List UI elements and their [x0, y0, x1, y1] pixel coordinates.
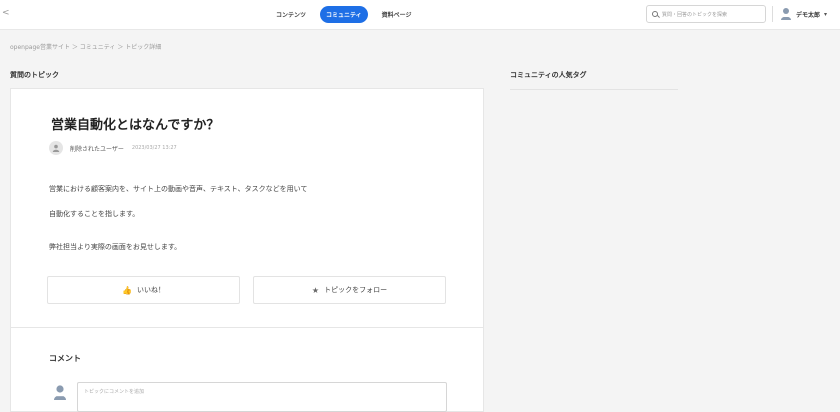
like-button[interactable]: 👍 いいね！: [47, 276, 240, 304]
avatar: [49, 141, 63, 155]
tab-contents[interactable]: コンテンツ: [270, 6, 312, 23]
follow-topic-button[interactable]: ★ トピックをフォロー: [253, 276, 446, 304]
post-date: 2023/03/27 13:27: [131, 145, 177, 151]
main-nav: コンテンツ コミュニティ 資料ページ: [270, 6, 418, 23]
thumbs-up-icon: 👍: [122, 285, 132, 295]
topic-body-line: 営業における顧客案内を、サイト上の動画や音声、テキスト、タスクなどを用いて: [49, 185, 308, 193]
author-row: 削除されたユーザー 2023/03/27 13:27: [49, 141, 177, 155]
breadcrumb: openpage営業サイト ＞ コミュニティ ＞ トピック詳細: [10, 44, 162, 51]
left-section-title: 質問のトピック: [10, 71, 59, 79]
user-avatar-icon: [54, 385, 66, 400]
avatar: [53, 384, 67, 405]
topic-title: 営業自動化とはなんですか？: [51, 118, 220, 133]
search-icon: [652, 11, 658, 17]
top-header: < コンテンツ コミュニティ 資料ページ 質問・回答のトピックを探索 デモ太郎 …: [0, 0, 840, 30]
user-avatar-icon: [781, 8, 791, 20]
topic-card: 営業自動化とはなんですか？ 削除されたユーザー 2023/03/27 13:27…: [10, 88, 484, 328]
tab-community[interactable]: コミュニティ: [320, 6, 368, 23]
author-name[interactable]: 削除されたユーザー: [70, 144, 124, 153]
right-section-divider: [510, 89, 678, 90]
topic-body-line: 自動化することを指します。: [49, 210, 140, 218]
chevron-down-icon: ▾: [824, 10, 828, 18]
like-button-label: いいね！: [136, 286, 165, 294]
user-name: デモ太郎: [796, 11, 821, 19]
search-placeholder: 質問・回答のトピックを探索: [662, 11, 728, 18]
star-icon: ★: [311, 285, 320, 295]
follow-button-label: トピックをフォロー: [324, 286, 388, 294]
user-menu[interactable]: デモ太郎 ▾: [780, 7, 827, 21]
user-avatar-icon: [52, 144, 60, 152]
tab-materials[interactable]: 資料ページ: [376, 6, 418, 23]
search-input[interactable]: 質問・回答のトピックを探索: [646, 5, 766, 23]
header-divider: [772, 6, 773, 22]
back-chevron-icon[interactable]: <: [2, 8, 10, 18]
comment-section: コメント トピックにコメントを追加: [10, 328, 484, 412]
topic-body-line: 弊社担当より実際の画面をお見せします。: [49, 243, 182, 251]
comment-input[interactable]: トピックにコメントを追加: [77, 382, 447, 412]
right-section-title: コミュニティの人気タグ: [510, 71, 587, 79]
comment-title: コメント: [49, 354, 81, 363]
